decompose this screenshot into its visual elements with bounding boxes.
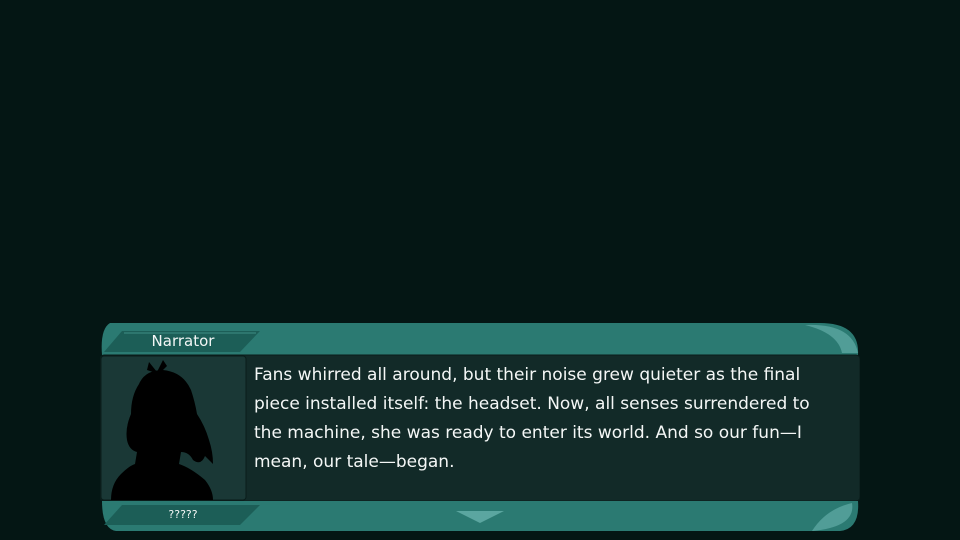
- dialogue-text: Fans whirred all around, but their noise…: [254, 365, 810, 472]
- chevron-down-icon[interactable]: [456, 511, 504, 524]
- speaker-name: Narrator: [151, 332, 215, 350]
- portrait-name-label: ?????: [168, 508, 198, 521]
- dialogue-box[interactable]: Narrator Fans whirred all around, but th…: [100, 323, 860, 533]
- silhouette-portrait: [111, 360, 213, 500]
